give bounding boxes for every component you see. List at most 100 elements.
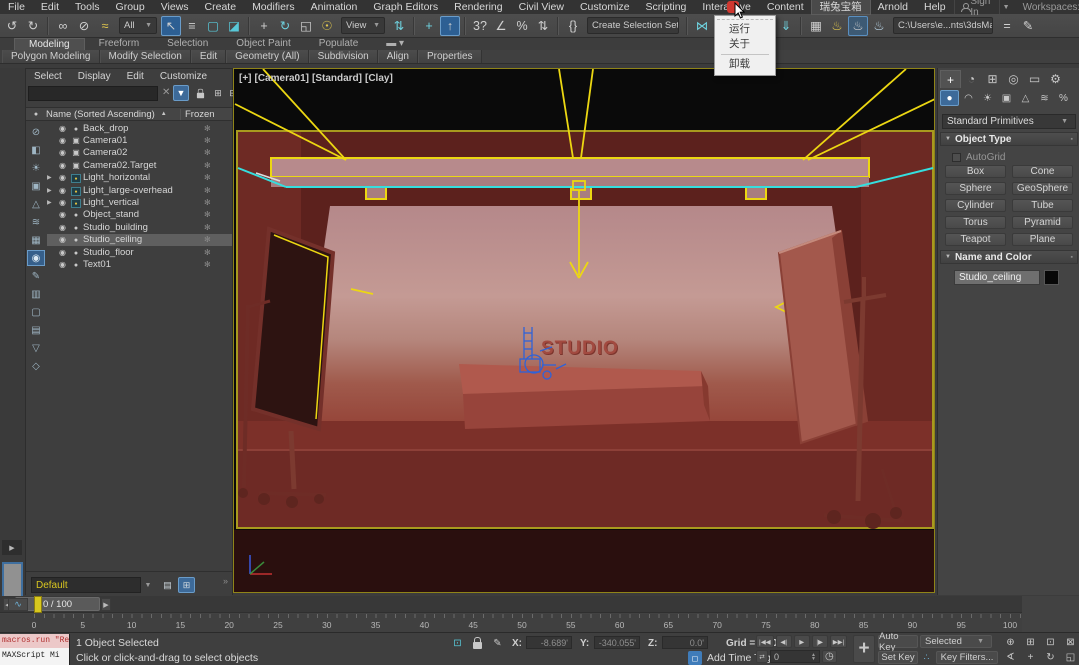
- zoom-icon[interactable]: ⊕: [1001, 635, 1020, 649]
- spinner-icon[interactable]: ▲▼: [811, 653, 816, 661]
- snaps-toggle-icon[interactable]: 3?: [470, 16, 490, 36]
- absolute-mode-transform-icon[interactable]: ✎: [490, 636, 505, 650]
- pencil-icon[interactable]: ✎: [1018, 16, 1038, 36]
- isolate-selection-icon[interactable]: ⊡: [450, 636, 465, 650]
- bind-to-space-warp-icon[interactable]: ≈: [95, 16, 115, 36]
- menu-item-group[interactable]: Group: [108, 0, 153, 14]
- display-helpers-icon[interactable]: △: [27, 196, 45, 212]
- object-color-swatch[interactable]: [1044, 270, 1059, 285]
- display-groups-icon[interactable]: ▦: [27, 232, 45, 248]
- expand-all-icon[interactable]: ⊞: [210, 85, 226, 101]
- display-spacewarps-icon[interactable]: ≋: [27, 214, 45, 230]
- go-to-end-button[interactable]: ▶▶|: [830, 635, 848, 648]
- key-filters-button[interactable]: Key Filters...: [936, 651, 998, 664]
- key-mode-toggle-icon[interactable]: ⇄: [756, 650, 768, 663]
- maxscript-mini-listener[interactable]: macros.run "Re MAXScript Mi: [0, 634, 70, 665]
- list-item-back_drop[interactable]: ◉●Back_drop✻: [47, 122, 232, 134]
- visibility-eye-icon[interactable]: ◉: [56, 260, 69, 269]
- plugin-menu-item[interactable]: 运行: [715, 22, 775, 37]
- select-and-manipulate-icon[interactable]: +: [419, 16, 439, 36]
- frozen-snowflake-icon[interactable]: ✻: [192, 124, 232, 133]
- create-tab[interactable]: +: [940, 70, 961, 88]
- object-button-torus[interactable]: Torus: [945, 216, 1006, 229]
- list-item-text01[interactable]: ◉●Text01✻: [47, 258, 232, 270]
- display-tab[interactable]: ▭: [1024, 70, 1045, 88]
- studio-3d-text[interactable]: STUDIO: [541, 338, 619, 360]
- visibility-eye-icon[interactable]: ◉: [56, 198, 69, 207]
- ribbon-tab-object-paint[interactable]: Object Paint: [222, 38, 304, 50]
- frozen-snowflake-icon[interactable]: ✻: [192, 173, 232, 182]
- expand-arrow-icon[interactable]: ▶: [47, 187, 56, 194]
- display-objects-icon[interactable]: ◉: [27, 250, 45, 266]
- motion-tab[interactable]: ◎: [1003, 70, 1024, 88]
- menu-item-help[interactable]: Help: [916, 0, 954, 14]
- visibility-eye-icon[interactable]: ◉: [56, 235, 69, 244]
- clear-search-icon[interactable]: ✕: [162, 87, 170, 98]
- schematic-view-icon[interactable]: ⇓: [776, 16, 796, 36]
- list-item-camera01[interactable]: ◉▣Camera01✻: [47, 134, 232, 146]
- primitives-dropdown[interactable]: Standard Primitives ▼: [942, 114, 1076, 129]
- display-materials-icon[interactable]: ▥: [27, 286, 45, 302]
- explorer-preset-combo[interactable]: Default: [31, 577, 141, 593]
- object-button-sphere[interactable]: Sphere: [945, 182, 1006, 195]
- selection-filter-dropdown[interactable]: All▼: [119, 17, 157, 34]
- sign-in-caret-icon[interactable]: ▼: [1000, 4, 1013, 11]
- zoom-all-icon[interactable]: ⊞: [1021, 635, 1040, 649]
- camera-viewport[interactable]: [+] [Camera01] [Standard] [Clay] STUDIO: [233, 68, 935, 593]
- modify-tab[interactable]: ◔: [961, 70, 982, 88]
- menu-item-create[interactable]: Create: [197, 0, 245, 14]
- rect-selection-region-icon[interactable]: ▢: [203, 16, 223, 36]
- select-and-move-icon[interactable]: +: [254, 16, 274, 36]
- explorer-menu-edit[interactable]: Edit: [119, 71, 152, 82]
- visibility-eye-icon[interactable]: ◉: [56, 136, 69, 145]
- project-folder-dropdown[interactable]: C:\Users\e...nts\3dsMax▼: [893, 17, 993, 34]
- visibility-eye-icon[interactable]: ◉: [56, 124, 69, 133]
- utilities-tab[interactable]: ⚙: [1045, 70, 1066, 88]
- zoom-extents-all-icon[interactable]: ⊠: [1061, 635, 1079, 649]
- time-slider-track[interactable]: [0, 596, 1022, 613]
- render-production-icon[interactable]: ♨: [869, 16, 889, 36]
- select-and-scale-icon[interactable]: ◱: [296, 16, 316, 36]
- y-coordinate-field[interactable]: -340.055': [594, 636, 640, 649]
- object-button-cone[interactable]: Cone: [1012, 165, 1073, 178]
- mirror-icon[interactable]: ⋈: [692, 16, 712, 36]
- menu-item-modifiers[interactable]: Modifiers: [244, 0, 303, 14]
- autogrid-checkbox[interactable]: [952, 153, 961, 162]
- go-to-start-button[interactable]: |◀◀: [756, 635, 774, 648]
- percent-snap-icon[interactable]: %: [512, 16, 532, 36]
- menu-item-scripting[interactable]: Scripting: [638, 0, 695, 14]
- frozen-snowflake-icon[interactable]: ✻: [192, 161, 232, 170]
- hierarchy-tab[interactable]: ⊞: [982, 70, 1003, 88]
- ribbon-group-modify-selection[interactable]: Modify Selection: [100, 50, 191, 63]
- systems-category[interactable]: %: [1054, 90, 1073, 106]
- menu-item-tools[interactable]: Tools: [67, 0, 108, 14]
- display-cameras-icon[interactable]: ▣: [27, 178, 45, 194]
- named-selection-sets-icon[interactable]: {}: [563, 16, 583, 36]
- menu-item-arnold[interactable]: Arnold: [870, 0, 916, 14]
- preset-dropdown-icon[interactable]: ▼: [143, 577, 153, 593]
- filter-funnel-button[interactable]: ▼: [173, 85, 189, 101]
- rendered-frame-icon[interactable]: ♨: [848, 16, 868, 36]
- reference-coordinate-dropdown[interactable]: View▼: [341, 17, 385, 34]
- layers-view-icon[interactable]: ▤: [159, 577, 176, 593]
- visibility-eye-icon[interactable]: ◉: [56, 223, 69, 232]
- object-button-pyramid[interactable]: Pyramid: [1012, 216, 1073, 229]
- list-item-studio_building[interactable]: ◉●Studio_building✻: [47, 221, 232, 233]
- tearoff-strip[interactable]: [717, 16, 773, 20]
- track-bar-ruler[interactable]: 0510152025303540455055606570758085909510…: [0, 614, 1022, 632]
- set-key-paw-icon[interactable]: ∴: [920, 651, 933, 664]
- name-and-color-rollout[interactable]: ▼ Name and Color ▪: [940, 250, 1078, 264]
- menu-item-animation[interactable]: Animation: [303, 0, 366, 14]
- set-key-mode-button[interactable]: +: [853, 635, 875, 663]
- explorer-menu-select[interactable]: Select: [26, 71, 70, 82]
- cameras-category[interactable]: ▣: [997, 90, 1016, 106]
- play-button[interactable]: ▶: [794, 635, 810, 648]
- pick-icon[interactable]: ✎: [27, 268, 45, 284]
- helpers-category[interactable]: △: [1016, 90, 1035, 106]
- explorer-column-headers[interactable]: ● Name (Sorted Ascending) ▲ Frozen: [26, 107, 232, 121]
- dock-swatch[interactable]: [2, 562, 23, 598]
- list-item-studio_ceiling[interactable]: ◉●Studio_ceiling✻: [47, 234, 232, 246]
- list-item-light_large-overhead[interactable]: ▶◉●Light_large-overhead✻: [47, 184, 232, 196]
- window-crossing-icon[interactable]: ◪: [224, 16, 244, 36]
- expand-arrow-icon[interactable]: ▶: [47, 199, 56, 206]
